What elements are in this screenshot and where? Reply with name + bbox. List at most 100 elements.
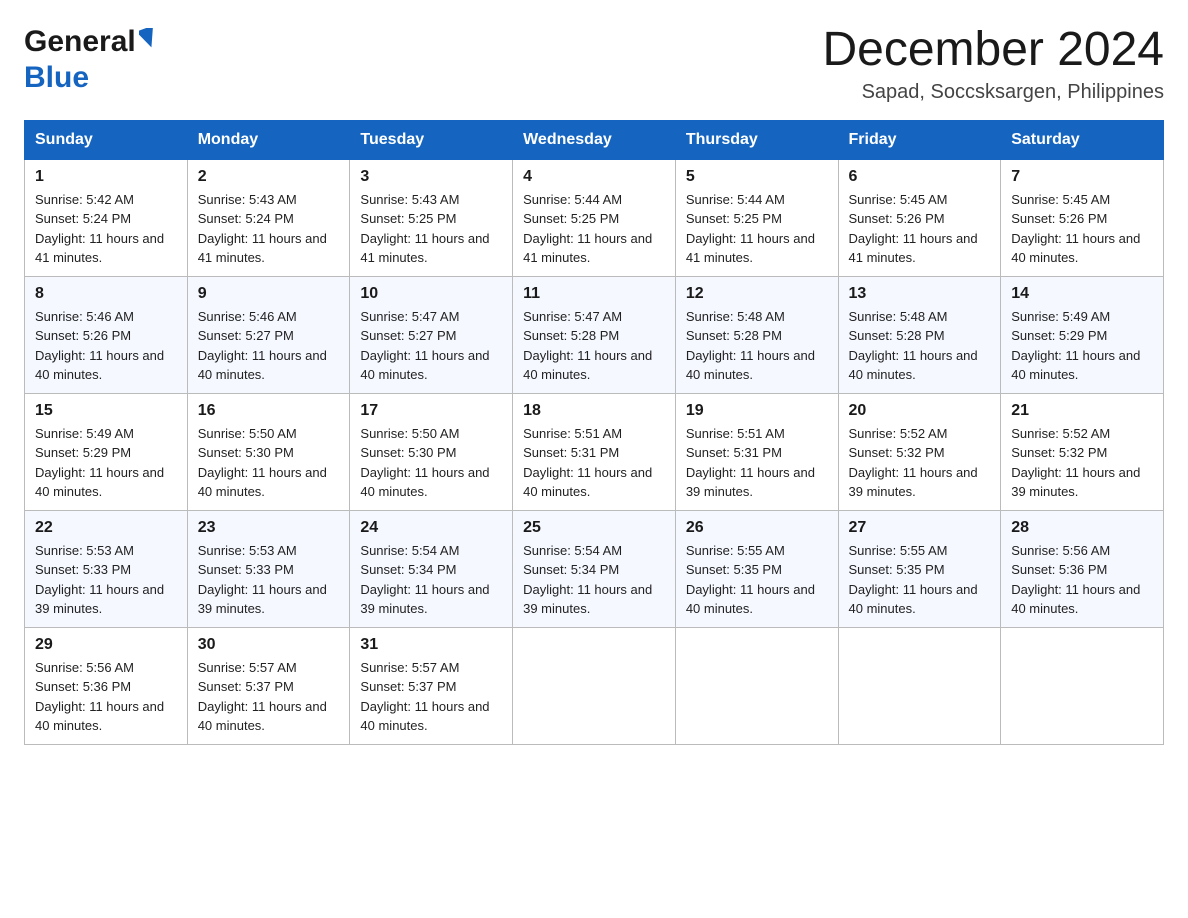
logo-general-text: General	[24, 24, 136, 60]
day-info: Sunrise: 5:43 AMSunset: 5:24 PMDaylight:…	[198, 190, 340, 268]
day-number: 31	[360, 636, 502, 654]
calendar-cell: 10 Sunrise: 5:47 AMSunset: 5:27 PMDayligh…	[350, 276, 513, 393]
calendar-cell: 24 Sunrise: 5:54 AMSunset: 5:34 PMDayligh…	[350, 510, 513, 627]
day-number: 27	[849, 519, 991, 537]
day-info: Sunrise: 5:48 AMSunset: 5:28 PMDaylight:…	[849, 307, 991, 385]
day-number: 29	[35, 636, 177, 654]
calendar-cell: 22 Sunrise: 5:53 AMSunset: 5:33 PMDayligh…	[25, 510, 188, 627]
day-number: 3	[360, 168, 502, 186]
weekday-header-row: SundayMondayTuesdayWednesdayThursdayFrid…	[25, 120, 1164, 159]
day-info: Sunrise: 5:50 AMSunset: 5:30 PMDaylight:…	[198, 424, 340, 502]
day-info: Sunrise: 5:54 AMSunset: 5:34 PMDaylight:…	[523, 541, 665, 619]
day-info: Sunrise: 5:48 AMSunset: 5:28 PMDaylight:…	[686, 307, 828, 385]
calendar-cell: 20 Sunrise: 5:52 AMSunset: 5:32 PMDayligh…	[838, 393, 1001, 510]
day-number: 2	[198, 168, 340, 186]
day-number: 12	[686, 285, 828, 303]
logo-triangle-icon	[139, 28, 157, 53]
calendar-cell: 13 Sunrise: 5:48 AMSunset: 5:28 PMDayligh…	[838, 276, 1001, 393]
day-number: 8	[35, 285, 177, 303]
calendar-cell: 17Sunrise: 5:50 AMSunset: 5:30 PMDayligh…	[350, 393, 513, 510]
location-subtitle: Sapad, Soccsksargen, Philippines	[822, 81, 1164, 104]
day-number: 11	[523, 285, 665, 303]
day-number: 10	[360, 285, 502, 303]
weekday-header-wednesday: Wednesday	[513, 120, 676, 159]
day-number: 1	[35, 168, 177, 186]
day-number: 17	[360, 402, 502, 420]
calendar-cell: 26 Sunrise: 5:55 AMSunset: 5:35 PMDayligh…	[675, 510, 838, 627]
day-number: 20	[849, 402, 991, 420]
calendar-cell: 19 Sunrise: 5:51 AMSunset: 5:31 PMDayligh…	[675, 393, 838, 510]
day-info: Sunrise: 5:43 AMSunset: 5:25 PMDaylight:…	[360, 190, 502, 268]
day-number: 4	[523, 168, 665, 186]
calendar-cell: 3 Sunrise: 5:43 AMSunset: 5:25 PMDaylight…	[350, 159, 513, 276]
weekday-header-saturday: Saturday	[1001, 120, 1164, 159]
day-info: Sunrise: 5:51 AMSunset: 5:31 PMDaylight:…	[523, 424, 665, 502]
title-section: December 2024 Sapad, Soccsksargen, Phili…	[822, 24, 1164, 104]
calendar-cell: 8 Sunrise: 5:46 AMSunset: 5:26 PMDaylight…	[25, 276, 188, 393]
calendar-cell: 30Sunrise: 5:57 AMSunset: 5:37 PMDayligh…	[187, 627, 350, 744]
weekday-header-friday: Friday	[838, 120, 1001, 159]
day-number: 24	[360, 519, 502, 537]
page-header: General Blue December 2024 Sapad, Soccsk…	[24, 24, 1164, 104]
day-info: Sunrise: 5:45 AMSunset: 5:26 PMDaylight:…	[849, 190, 991, 268]
day-info: Sunrise: 5:42 AMSunset: 5:24 PMDaylight:…	[35, 190, 177, 268]
day-info: Sunrise: 5:53 AMSunset: 5:33 PMDaylight:…	[198, 541, 340, 619]
day-number: 21	[1011, 402, 1153, 420]
calendar-cell: 2 Sunrise: 5:43 AMSunset: 5:24 PMDaylight…	[187, 159, 350, 276]
day-info: Sunrise: 5:56 AMSunset: 5:36 PMDaylight:…	[1011, 541, 1153, 619]
calendar-cell: 16 Sunrise: 5:50 AMSunset: 5:30 PMDayligh…	[187, 393, 350, 510]
day-number: 28	[1011, 519, 1153, 537]
month-title: December 2024	[822, 24, 1164, 77]
calendar-week-row: 1 Sunrise: 5:42 AMSunset: 5:24 PMDaylight…	[25, 159, 1164, 276]
day-info: Sunrise: 5:56 AMSunset: 5:36 PMDaylight:…	[35, 658, 177, 736]
day-number: 13	[849, 285, 991, 303]
day-number: 7	[1011, 168, 1153, 186]
calendar-cell: 14Sunrise: 5:49 AMSunset: 5:29 PMDayligh…	[1001, 276, 1164, 393]
calendar-cell: 6Sunrise: 5:45 AMSunset: 5:26 PMDaylight…	[838, 159, 1001, 276]
weekday-header-thursday: Thursday	[675, 120, 838, 159]
day-number: 26	[686, 519, 828, 537]
day-info: Sunrise: 5:54 AMSunset: 5:34 PMDaylight:…	[360, 541, 502, 619]
day-info: Sunrise: 5:51 AMSunset: 5:31 PMDaylight:…	[686, 424, 828, 502]
day-number: 14	[1011, 285, 1153, 303]
day-number: 16	[198, 402, 340, 420]
calendar-week-row: 8 Sunrise: 5:46 AMSunset: 5:26 PMDaylight…	[25, 276, 1164, 393]
calendar-cell: 31 Sunrise: 5:57 AMSunset: 5:37 PMDayligh…	[350, 627, 513, 744]
calendar-table: SundayMondayTuesdayWednesdayThursdayFrid…	[24, 120, 1164, 745]
calendar-cell: 15 Sunrise: 5:49 AMSunset: 5:29 PMDayligh…	[25, 393, 188, 510]
calendar-cell: 18Sunrise: 5:51 AMSunset: 5:31 PMDayligh…	[513, 393, 676, 510]
calendar-cell: 1 Sunrise: 5:42 AMSunset: 5:24 PMDaylight…	[25, 159, 188, 276]
day-info: Sunrise: 5:47 AMSunset: 5:27 PMDaylight:…	[360, 307, 502, 385]
calendar-cell	[1001, 627, 1164, 744]
logo: General Blue	[24, 24, 157, 96]
day-info: Sunrise: 5:52 AMSunset: 5:32 PMDaylight:…	[849, 424, 991, 502]
day-info: Sunrise: 5:45 AMSunset: 5:26 PMDaylight:…	[1011, 190, 1153, 268]
calendar-cell: 27Sunrise: 5:55 AMSunset: 5:35 PMDayligh…	[838, 510, 1001, 627]
calendar-cell: 11 Sunrise: 5:47 AMSunset: 5:28 PMDayligh…	[513, 276, 676, 393]
day-info: Sunrise: 5:49 AMSunset: 5:29 PMDaylight:…	[35, 424, 177, 502]
calendar-cell: 25 Sunrise: 5:54 AMSunset: 5:34 PMDayligh…	[513, 510, 676, 627]
calendar-cell: 12 Sunrise: 5:48 AMSunset: 5:28 PMDayligh…	[675, 276, 838, 393]
day-number: 19	[686, 402, 828, 420]
day-info: Sunrise: 5:47 AMSunset: 5:28 PMDaylight:…	[523, 307, 665, 385]
calendar-cell: 7 Sunrise: 5:45 AMSunset: 5:26 PMDaylight…	[1001, 159, 1164, 276]
day-number: 15	[35, 402, 177, 420]
day-info: Sunrise: 5:44 AMSunset: 5:25 PMDaylight:…	[523, 190, 665, 268]
day-info: Sunrise: 5:55 AMSunset: 5:35 PMDaylight:…	[686, 541, 828, 619]
day-number: 25	[523, 519, 665, 537]
day-info: Sunrise: 5:57 AMSunset: 5:37 PMDaylight:…	[360, 658, 502, 736]
calendar-week-row: 22 Sunrise: 5:53 AMSunset: 5:33 PMDayligh…	[25, 510, 1164, 627]
day-info: Sunrise: 5:52 AMSunset: 5:32 PMDaylight:…	[1011, 424, 1153, 502]
day-info: Sunrise: 5:46 AMSunset: 5:26 PMDaylight:…	[35, 307, 177, 385]
logo-blue-text: Blue	[24, 60, 89, 96]
calendar-cell: 5 Sunrise: 5:44 AMSunset: 5:25 PMDaylight…	[675, 159, 838, 276]
calendar-cell	[838, 627, 1001, 744]
day-info: Sunrise: 5:44 AMSunset: 5:25 PMDaylight:…	[686, 190, 828, 268]
weekday-header-monday: Monday	[187, 120, 350, 159]
day-number: 23	[198, 519, 340, 537]
day-number: 5	[686, 168, 828, 186]
day-info: Sunrise: 5:53 AMSunset: 5:33 PMDaylight:…	[35, 541, 177, 619]
day-info: Sunrise: 5:57 AMSunset: 5:37 PMDaylight:…	[198, 658, 340, 736]
day-number: 22	[35, 519, 177, 537]
day-number: 9	[198, 285, 340, 303]
